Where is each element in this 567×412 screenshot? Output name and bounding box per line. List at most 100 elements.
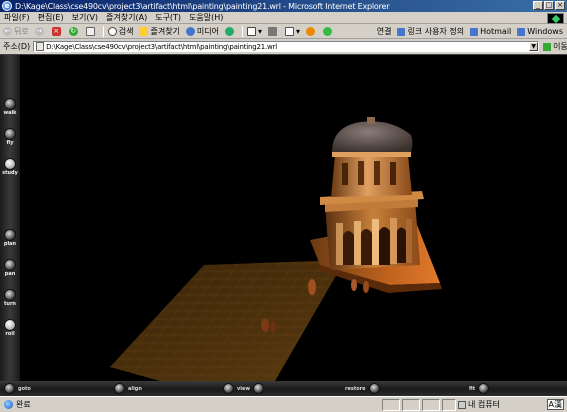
standard-toolbar: ← 뒤로 → × ↻ 검색 즐겨찾기 미디어 ▾ ▾ 연결 링크 사용자 정의 H… bbox=[0, 25, 567, 39]
home-icon bbox=[85, 27, 95, 36]
window-controls: _ □ × bbox=[533, 1, 565, 10]
view-label: view bbox=[237, 385, 250, 392]
back-arrow-icon: ← bbox=[3, 27, 12, 36]
status-text: 완료 bbox=[16, 400, 31, 409]
internet-explorer-icon[interactable]: e bbox=[2, 1, 12, 11]
links-label[interactable]: 연결 bbox=[377, 26, 392, 37]
align-label: align bbox=[128, 385, 142, 392]
menu-bar: 파일(F) 편집(E) 보기(V) 즐겨찾기(A) 도구(T) 도움말(H) bbox=[0, 12, 567, 24]
walk-label: walk bbox=[3, 110, 17, 116]
mail-icon bbox=[247, 27, 257, 36]
viewpoint-panel: goto align view restore fit bbox=[0, 381, 567, 397]
restore-button[interactable]: restore bbox=[342, 383, 380, 394]
turn-button[interactable]: turn bbox=[1, 289, 19, 307]
goto-icon bbox=[4, 383, 15, 394]
restore-label: restore bbox=[345, 385, 366, 392]
menu-favorites[interactable]: 즐겨찾기(A) bbox=[106, 12, 147, 23]
study-icon bbox=[4, 158, 16, 170]
turn-label: turn bbox=[4, 301, 16, 307]
media-icon bbox=[185, 27, 195, 36]
menu-view[interactable]: 보기(V) bbox=[72, 12, 98, 23]
history-button[interactable] bbox=[225, 27, 236, 36]
stop-button[interactable]: × bbox=[51, 27, 63, 36]
print-button[interactable] bbox=[268, 27, 279, 36]
tempietto-render bbox=[110, 117, 442, 381]
pan-button[interactable]: pan bbox=[1, 259, 19, 277]
menu-edit[interactable]: 편집(E) bbox=[38, 12, 64, 23]
roll-icon bbox=[4, 319, 16, 331]
link-customize-label: 링크 사용자 정의 bbox=[407, 27, 465, 36]
status-cell bbox=[402, 399, 420, 411]
forward-button[interactable]: → bbox=[34, 27, 46, 36]
goto-button[interactable]: goto bbox=[4, 383, 34, 394]
favorites-label: 즐겨찾기 bbox=[150, 27, 180, 36]
status-cell bbox=[382, 399, 400, 411]
mail-button[interactable]: ▾ bbox=[247, 27, 262, 36]
status-cell bbox=[442, 399, 456, 411]
security-zone: 내 컴퓨터 bbox=[458, 399, 500, 410]
media-button[interactable]: 미디어 bbox=[185, 26, 220, 37]
stop-icon: × bbox=[51, 27, 61, 36]
messenger-icon bbox=[323, 27, 333, 36]
messenger-button[interactable] bbox=[323, 27, 334, 36]
forward-arrow-icon: → bbox=[34, 27, 44, 36]
menu-tools[interactable]: 도구(T) bbox=[155, 12, 181, 23]
roll-button[interactable]: roll bbox=[1, 319, 19, 337]
plan-button[interactable]: plan bbox=[1, 229, 19, 247]
ime-indicator[interactable]: A漢 bbox=[546, 399, 564, 410]
search-button[interactable]: 검색 bbox=[107, 26, 134, 37]
menu-file[interactable]: 파일(F) bbox=[4, 12, 30, 23]
status-cell bbox=[422, 399, 440, 411]
go-arrow-icon bbox=[543, 42, 552, 51]
go-button[interactable]: 이동 bbox=[543, 41, 567, 52]
link-customize[interactable]: 링크 사용자 정의 bbox=[397, 26, 464, 37]
next-view-icon bbox=[252, 383, 264, 394]
plan-label: plan bbox=[3, 241, 17, 247]
address-field[interactable]: D:\Kage\Class\cse490cv\project3\artifact… bbox=[33, 41, 540, 52]
address-url[interactable]: D:\Kage\Class\cse490cv\project3\artifact… bbox=[46, 43, 277, 51]
walk-icon bbox=[4, 98, 16, 110]
3d-scene[interactable] bbox=[20, 55, 567, 381]
menu-help[interactable]: 도움말(H) bbox=[189, 12, 223, 23]
plan-icon bbox=[4, 229, 16, 241]
back-label: 뒤로 bbox=[14, 27, 29, 36]
link-hotmail[interactable]: Hotmail bbox=[470, 27, 511, 36]
media-label: 미디어 bbox=[196, 27, 220, 36]
link-page-icon bbox=[397, 27, 406, 36]
status-bar: 완료 내 컴퓨터 A漢 bbox=[0, 396, 567, 412]
walk-button[interactable]: walk bbox=[1, 98, 19, 116]
close-button[interactable]: × bbox=[555, 1, 565, 10]
align-button[interactable]: align bbox=[114, 383, 145, 394]
address-dropdown-button[interactable]: ▼ bbox=[529, 42, 539, 51]
search-label: 검색 bbox=[118, 27, 134, 36]
fit-icon bbox=[478, 383, 490, 394]
link-page-icon bbox=[517, 27, 526, 36]
msn-button[interactable] bbox=[306, 27, 317, 36]
back-button[interactable]: ← 뒤로 bbox=[3, 26, 29, 37]
study-button[interactable]: study bbox=[1, 158, 19, 176]
align-icon bbox=[114, 383, 125, 394]
home-button[interactable] bbox=[85, 27, 97, 36]
window-title: D:\Kage\Class\cse490cv\project3\artifact… bbox=[15, 1, 390, 11]
pan-label: pan bbox=[4, 271, 16, 277]
page-status-icon bbox=[4, 400, 13, 409]
minimize-button[interactable]: _ bbox=[533, 1, 543, 10]
fly-button[interactable]: fly bbox=[1, 128, 19, 146]
go-label: 이동 bbox=[553, 42, 567, 51]
previous-view-icon bbox=[223, 383, 234, 394]
pan-icon bbox=[4, 259, 16, 271]
address-label: 주소(D) bbox=[3, 42, 31, 51]
title-bar: e D:\Kage\Class\cse490cv\project3\artifa… bbox=[0, 0, 567, 12]
maximize-button[interactable]: □ bbox=[544, 1, 554, 10]
view-button[interactable]: view bbox=[223, 383, 264, 394]
refresh-button[interactable]: ↻ bbox=[68, 27, 80, 36]
restore-icon bbox=[368, 383, 380, 394]
favorites-button[interactable]: 즐겨찾기 bbox=[139, 26, 180, 37]
toolbar-separator bbox=[102, 26, 104, 37]
edit-page-icon bbox=[285, 27, 295, 36]
printer-icon bbox=[268, 27, 278, 36]
edit-button[interactable]: ▾ bbox=[285, 27, 300, 36]
fit-button[interactable]: fit bbox=[466, 383, 490, 394]
vrml-viewer[interactable]: walk fly study plan pan turn roll goto a… bbox=[0, 54, 567, 397]
link-windows[interactable]: Windows bbox=[517, 27, 563, 36]
